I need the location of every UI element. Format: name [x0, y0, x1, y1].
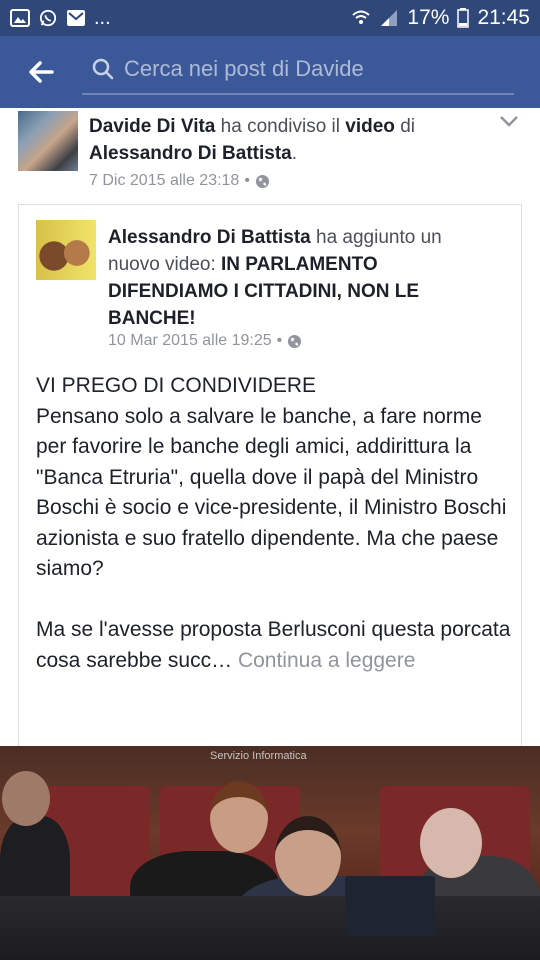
author-name[interactable]: Davide Di Vita	[89, 116, 215, 137]
post-body: VI PREGO DI CONDIVIDERE Pensano solo a s…	[36, 374, 511, 672]
shared-header-text: Alessandro Di Battista ha aggiunto un nu…	[108, 224, 488, 332]
more-notifications: ...	[94, 6, 111, 29]
head-woman	[210, 781, 268, 853]
post-meta: 7 Dic 2015 alle 23:18 •	[89, 172, 270, 190]
notification-icons: ...	[10, 7, 111, 30]
feed-content: Davide Di Vita ha condiviso il video di …	[0, 108, 540, 960]
status-bar: ... 17% 21:45	[0, 0, 540, 36]
bench	[0, 896, 540, 960]
action-post: di	[400, 116, 415, 137]
meta-separator: •	[244, 172, 250, 189]
post-header-text: Davide Di Vita ha condiviso il video di …	[89, 113, 489, 167]
avatar-alessandro[interactable]	[36, 220, 96, 280]
globe-icon	[255, 174, 269, 188]
video-overlay-label: Servizio Informatica	[210, 750, 307, 762]
wifi-icon	[352, 10, 371, 24]
search-input[interactable]	[114, 56, 514, 82]
post-header: Davide Di Vita ha condiviso il video di …	[0, 108, 540, 203]
video-link[interactable]: video	[345, 116, 395, 137]
search-bar[interactable]	[82, 45, 514, 95]
period: .	[291, 143, 298, 164]
head-speaker	[275, 816, 341, 896]
back-button[interactable]	[0, 36, 82, 108]
shared-from-name[interactable]: Alessandro Di Battista	[89, 143, 292, 164]
search-icon	[92, 58, 114, 80]
shared-date[interactable]: 10 Mar 2015 alle 19:25	[108, 332, 272, 350]
back-arrow-icon	[29, 61, 54, 83]
globe-icon	[288, 334, 302, 348]
whatsapp-icon	[39, 9, 57, 27]
top-navbar	[0, 36, 540, 108]
video-player[interactable]: Servizio Informatica	[0, 746, 540, 960]
clock: 21:45	[477, 6, 530, 29]
shared-meta: 10 Mar 2015 alle 19:25 •	[108, 332, 302, 350]
post-date[interactable]: 7 Dic 2015 alle 23:18	[89, 172, 239, 190]
action-pre: ha condiviso il	[220, 116, 340, 137]
battery-percent: 17%	[407, 6, 450, 29]
signal-icon	[381, 10, 398, 26]
head-right	[420, 808, 482, 878]
shared-meta-separator: •	[276, 332, 283, 349]
continue-reading-link[interactable]: Continua a leggere	[238, 649, 415, 672]
avatar-davide[interactable]	[18, 111, 78, 171]
mail-icon	[67, 10, 85, 26]
laptop	[345, 876, 435, 936]
head-left	[2, 771, 50, 826]
post-body-text: VI PREGO DI CONDIVIDERE Pensano solo a s…	[36, 371, 514, 676]
shared-author-name[interactable]: Alessandro Di Battista	[108, 227, 311, 248]
chevron-down-icon[interactable]	[498, 110, 520, 132]
battery-icon	[457, 8, 470, 28]
gallery-icon	[10, 9, 30, 27]
